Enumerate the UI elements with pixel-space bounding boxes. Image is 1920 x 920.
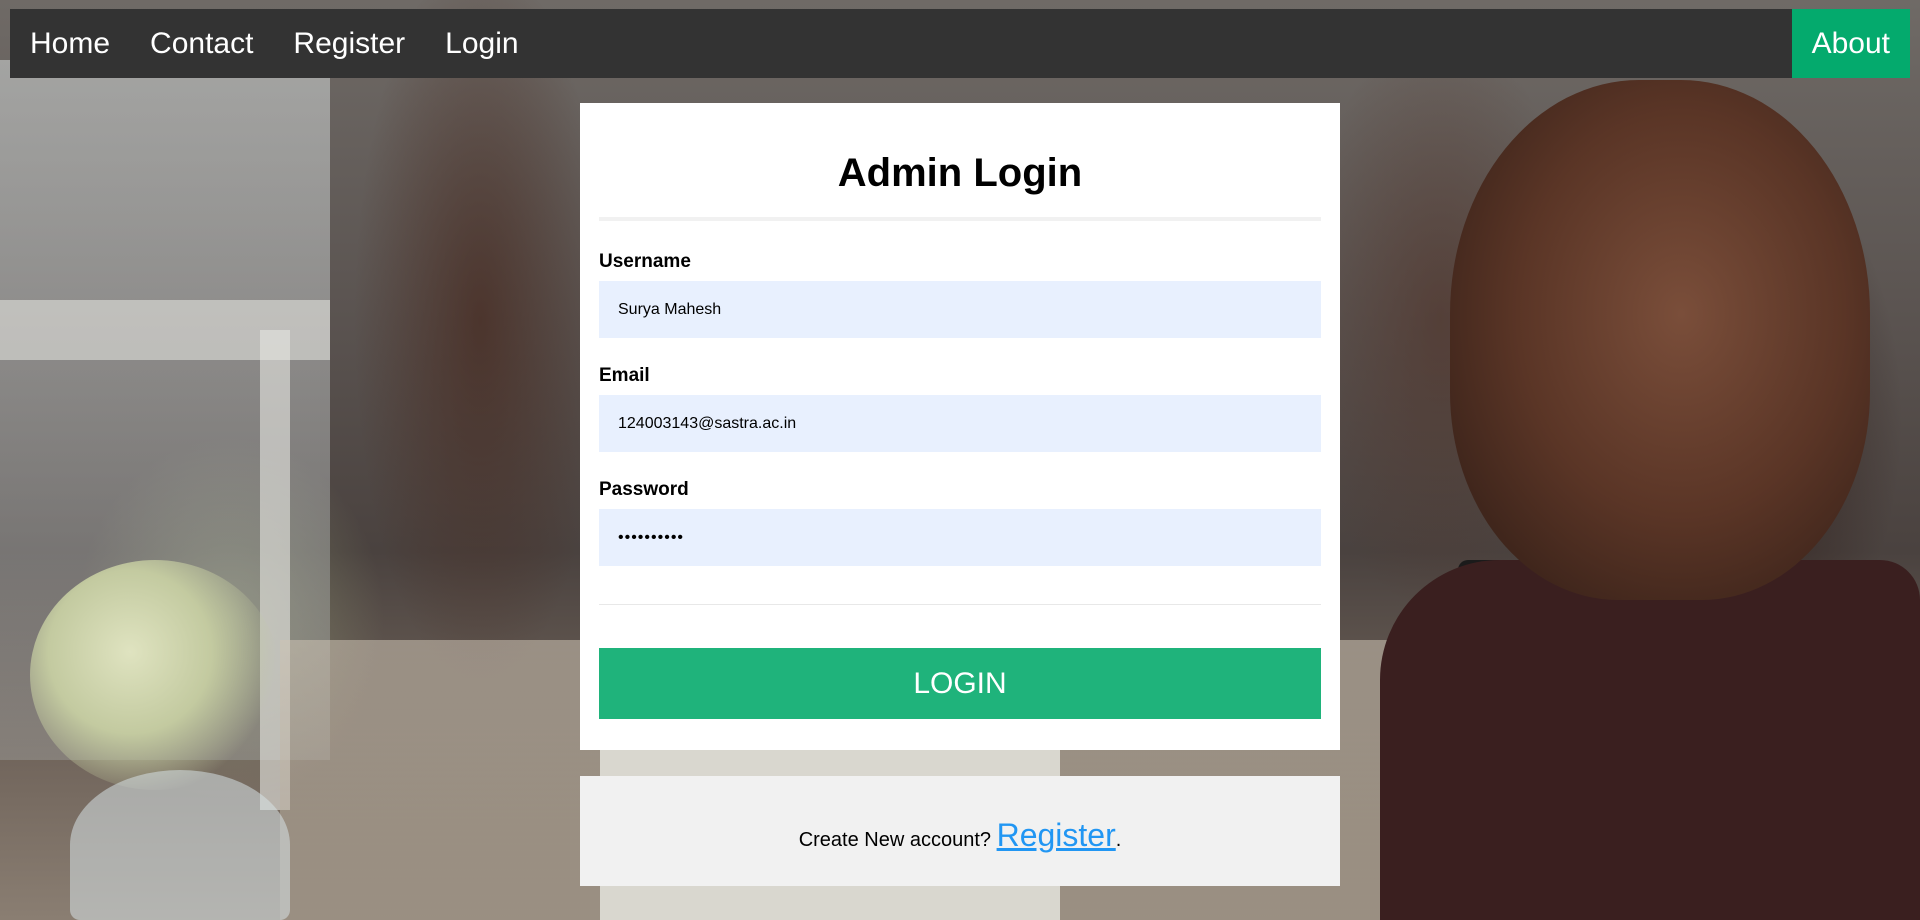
nav-login-link[interactable]: Login bbox=[425, 9, 538, 78]
background-person-body bbox=[1380, 560, 1920, 920]
nav-about-link[interactable]: About bbox=[1791, 9, 1910, 78]
login-card: Admin Login Username Email Password LOGI… bbox=[580, 103, 1340, 750]
register-link[interactable]: Register bbox=[997, 817, 1116, 853]
nav-register-link[interactable]: Register bbox=[273, 9, 425, 78]
background-flowers bbox=[30, 560, 280, 790]
background-vase bbox=[70, 770, 290, 920]
password-input[interactable] bbox=[599, 509, 1321, 566]
page-title: Admin Login bbox=[837, 151, 1083, 195]
email-label: Email bbox=[599, 365, 650, 386]
email-input[interactable] bbox=[599, 395, 1321, 452]
login-button[interactable]: LOGIN bbox=[599, 648, 1321, 719]
title-divider bbox=[599, 217, 1321, 221]
background-person-head bbox=[1450, 80, 1870, 600]
nav-home-link[interactable]: Home bbox=[10, 9, 130, 78]
top-navbar: Home Contact Register Login About bbox=[10, 9, 1910, 78]
username-label: Username bbox=[599, 251, 691, 272]
register-footer: Create New account? Register. bbox=[580, 776, 1340, 886]
create-account-text: Create New account? bbox=[798, 828, 997, 851]
footer-period: . bbox=[1115, 828, 1122, 851]
nav-contact-link[interactable]: Contact bbox=[130, 9, 273, 78]
form-divider bbox=[599, 604, 1321, 605]
username-input[interactable] bbox=[599, 281, 1321, 338]
password-label: Password bbox=[599, 479, 689, 500]
create-account-prompt: Create New account? Register. bbox=[799, 817, 1122, 854]
